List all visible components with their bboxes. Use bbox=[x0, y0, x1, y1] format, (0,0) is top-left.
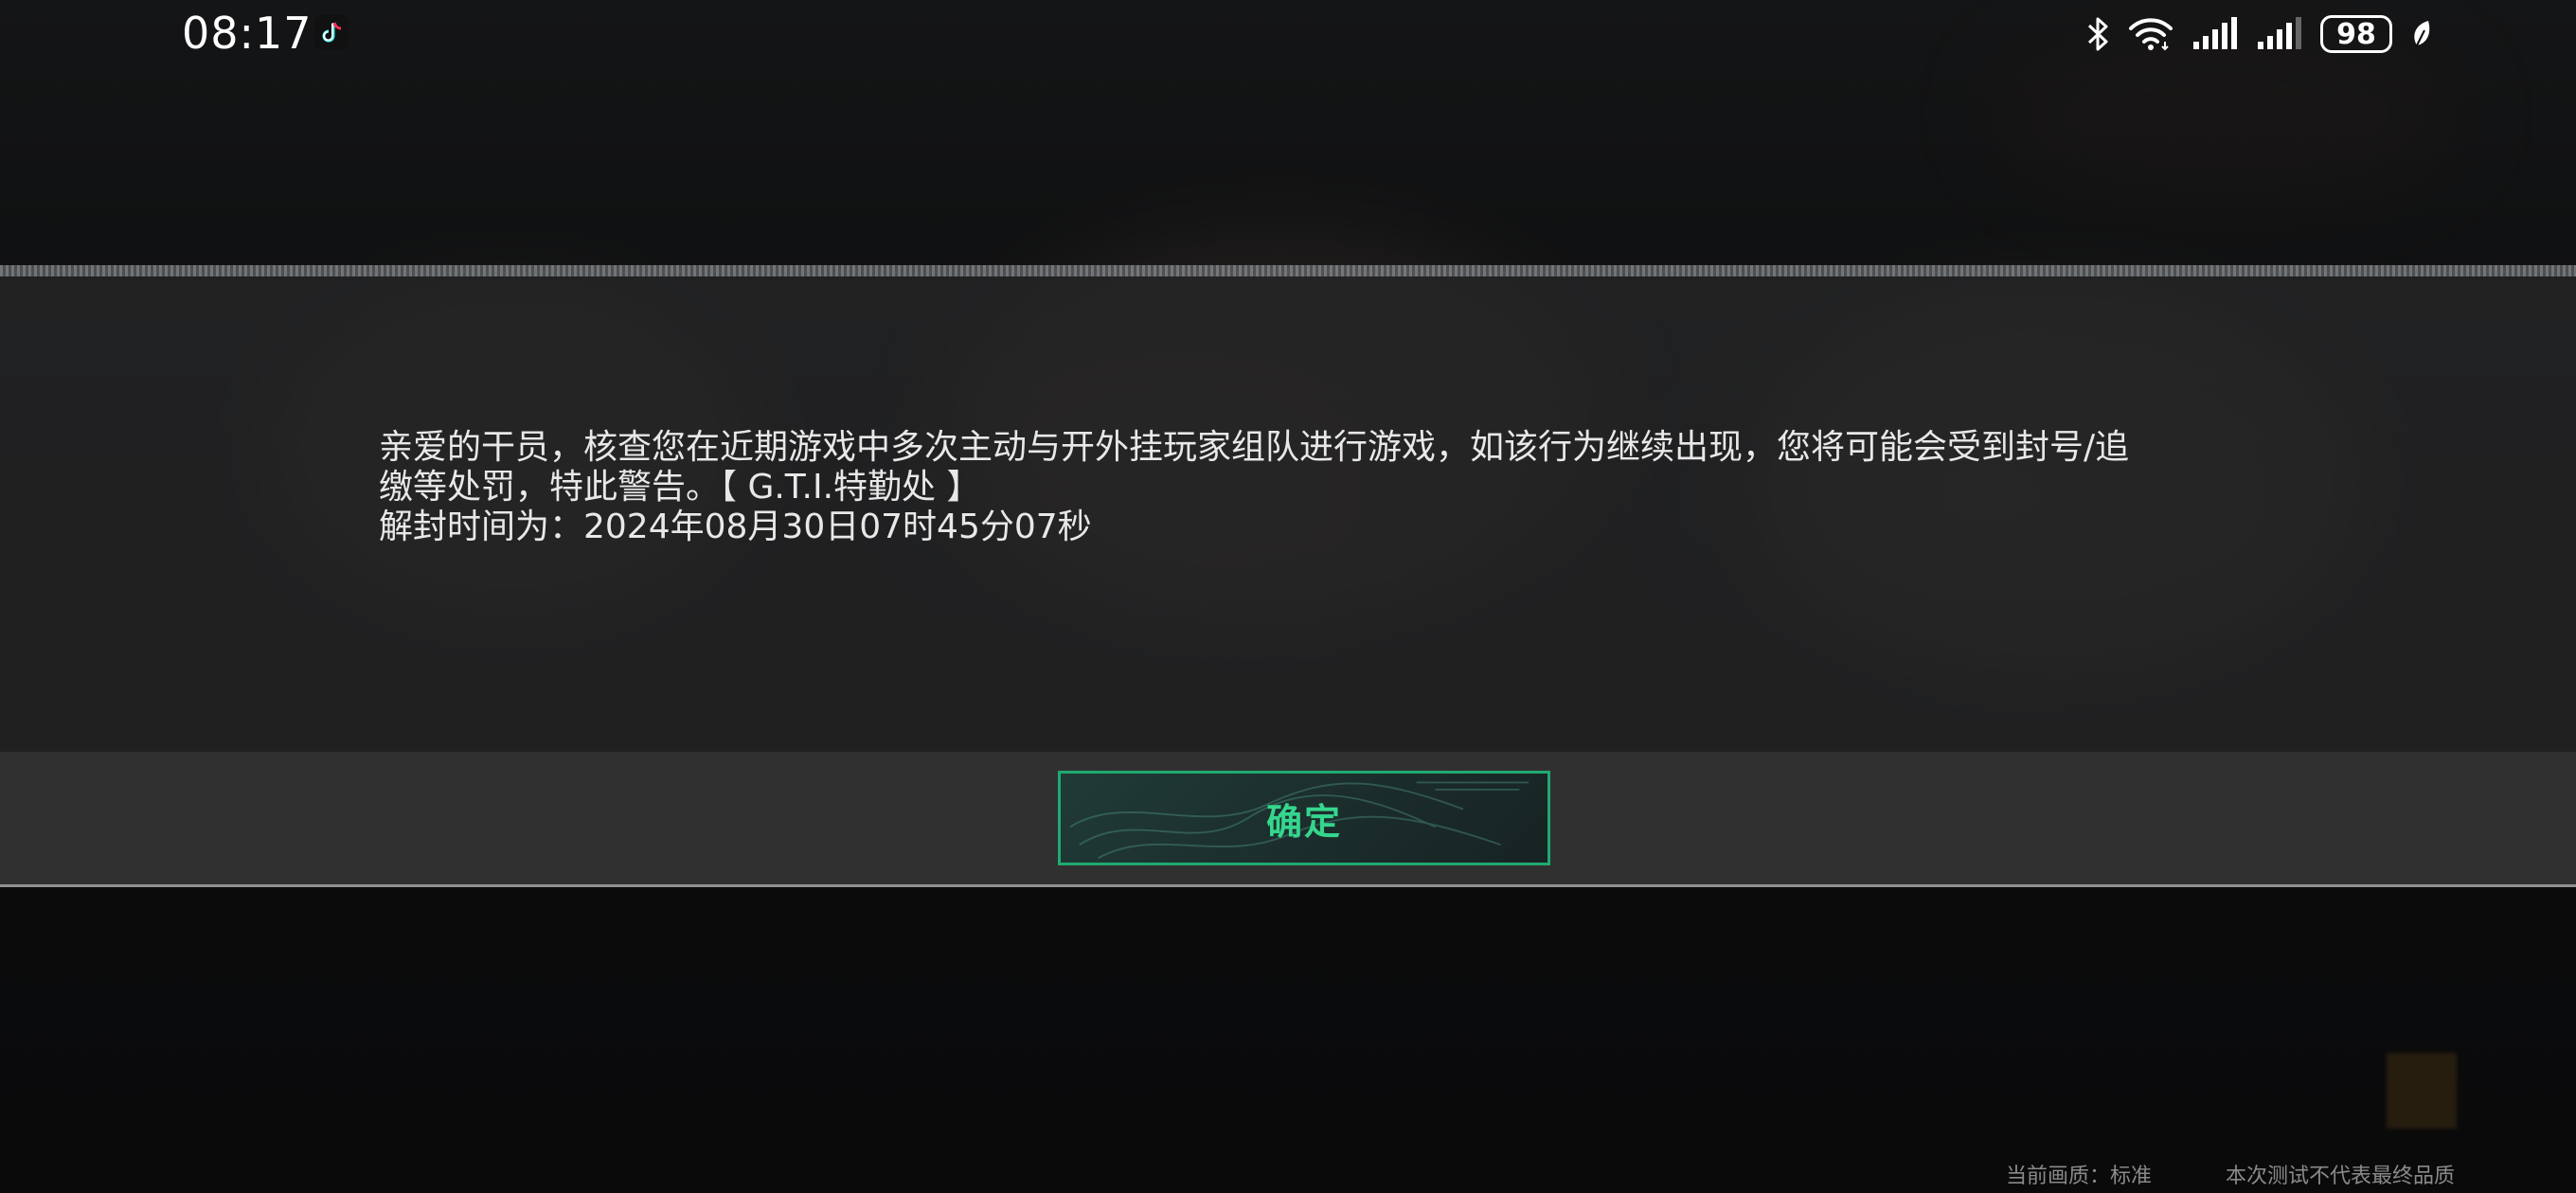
status-clock: 08:17 bbox=[182, 8, 313, 59]
wifi-icon bbox=[2127, 15, 2174, 53]
dialog-top-divider bbox=[0, 265, 2576, 276]
corner-badge bbox=[2387, 1053, 2457, 1129]
battery-icon: 98 bbox=[2320, 15, 2392, 53]
warning-message: 亲爱的干员，核查您在近期游戏中多次主动与开外挂玩家组队进行游戏，如该行为继续出现… bbox=[379, 428, 2130, 546]
confirm-button-label: 确定 bbox=[1265, 800, 1342, 843]
leaf-icon bbox=[2409, 15, 2434, 53]
tiktok-icon bbox=[314, 15, 349, 49]
test-disclaimer: 本次测试不代表最终品质 bbox=[2226, 1165, 2456, 1188]
signal-icon bbox=[2256, 15, 2303, 53]
quality-label: 当前画质：标准 bbox=[2006, 1165, 2153, 1188]
battery-level: 98 bbox=[2336, 17, 2376, 51]
dialog-bottom-divider bbox=[0, 884, 2576, 887]
game-screen: 08:17 98 亲爱的干员，核查您在近期游戏中多次主动与开外挂玩家组队进行游戏… bbox=[0, 0, 2576, 1193]
bluetooth-icon bbox=[2085, 15, 2110, 53]
confirm-button[interactable]: 确定 bbox=[1058, 771, 1550, 865]
status-icons: 98 bbox=[2085, 11, 2434, 57]
status-bar: 08:17 98 bbox=[0, 0, 2576, 68]
signal-icon bbox=[2191, 15, 2239, 53]
